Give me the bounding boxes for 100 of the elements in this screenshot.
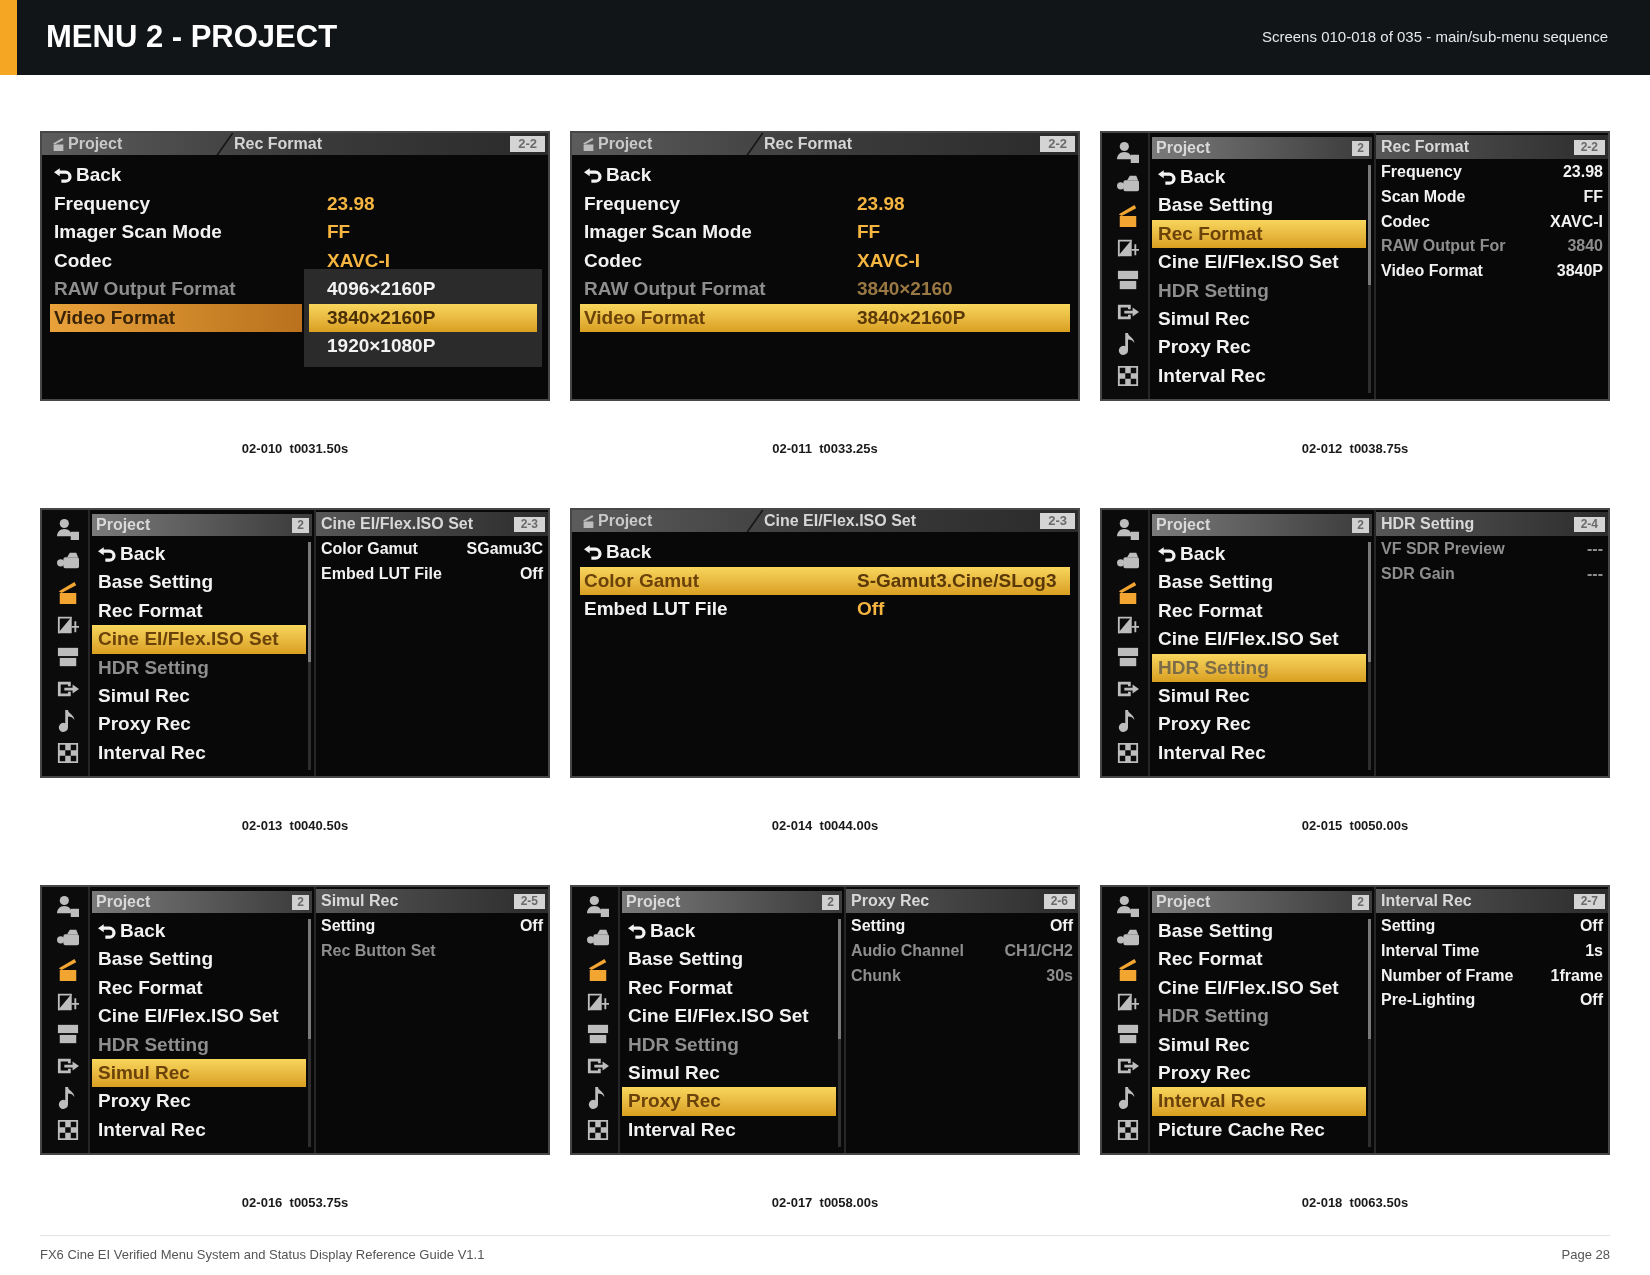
- menu-row[interactable]: Back: [50, 161, 540, 190]
- monitor-icon[interactable]: [57, 1023, 79, 1045]
- checker-icon[interactable]: [1117, 365, 1139, 387]
- menu-item[interactable]: Proxy Rec: [1152, 710, 1366, 739]
- monitor-icon[interactable]: [57, 646, 79, 668]
- menu-item[interactable]: Cine EI/Flex.ISO Set: [1152, 973, 1366, 1003]
- menu-item[interactable]: Proxy Rec: [92, 710, 306, 739]
- clapboard-icon[interactable]: [57, 582, 79, 604]
- image-adjust-icon[interactable]: [1117, 991, 1139, 1013]
- person-icon[interactable]: [1117, 141, 1139, 163]
- menu-item[interactable]: Rec Format: [92, 596, 306, 626]
- menu-row[interactable]: Video Format 3840×2160P: [580, 303, 1070, 332]
- menu-item[interactable]: Base Setting: [92, 568, 306, 597]
- menu-item[interactable]: Simul Rec: [1152, 1030, 1366, 1059]
- clapboard-icon[interactable]: [1117, 959, 1139, 981]
- menu-item[interactable]: Interval Rec: [92, 738, 306, 768]
- menu-row[interactable]: Imager Scan Mode FF: [580, 218, 1070, 247]
- return-icon: [1158, 169, 1176, 185]
- menu-item[interactable]: Base Setting: [1152, 191, 1366, 220]
- menu-item[interactable]: Base Setting: [92, 945, 306, 974]
- menu-item[interactable]: Back: [1152, 540, 1366, 569]
- menu-item[interactable]: Cine EI/Flex.ISO Set: [92, 1002, 306, 1031]
- person-icon[interactable]: [1117, 895, 1139, 917]
- menu-item[interactable]: Base Setting: [622, 945, 836, 974]
- monitor-icon[interactable]: [587, 1023, 609, 1045]
- menu-item[interactable]: Picture Cache Rec: [1152, 1115, 1366, 1145]
- menu-item[interactable]: Base Setting: [1152, 568, 1366, 597]
- dropdown-option[interactable]: 3840×2160P: [309, 303, 537, 332]
- image-adjust-icon[interactable]: [1117, 237, 1139, 259]
- menu-item[interactable]: Rec Format: [1152, 596, 1366, 626]
- image-adjust-icon[interactable]: [57, 614, 79, 636]
- monitor-icon[interactable]: [1117, 646, 1139, 668]
- menu-item[interactable]: Cine EI/Flex.ISO Set: [1152, 248, 1366, 277]
- menu-title: Project: [1156, 138, 1211, 158]
- person-icon[interactable]: [57, 518, 79, 540]
- item-value: XAVC-I: [857, 248, 920, 273]
- checker-icon[interactable]: [1117, 742, 1139, 764]
- menu-row[interactable]: Color Gamut S-Gamut3.Cine/SLog3: [580, 566, 1070, 595]
- menu-row[interactable]: Back: [580, 538, 1070, 567]
- dropdown-option[interactable]: 4096×2160P: [309, 275, 537, 304]
- menu-item[interactable]: Back: [92, 917, 306, 946]
- menu-item[interactable]: Proxy Rec: [622, 1087, 836, 1116]
- checker-icon[interactable]: [1117, 1119, 1139, 1141]
- monitor-icon[interactable]: [1117, 1023, 1139, 1045]
- clapboard-icon[interactable]: [587, 959, 609, 981]
- setting-label: Setting: [321, 916, 376, 937]
- menu-item[interactable]: Interval Rec: [1152, 361, 1366, 391]
- menu-row[interactable]: Frequency 23.98: [580, 189, 1070, 218]
- image-adjust-icon[interactable]: [1117, 614, 1139, 636]
- clapboard-icon[interactable]: [1117, 205, 1139, 227]
- menu-item[interactable]: Back: [622, 917, 836, 946]
- menu-row[interactable]: Embed LUT File Off: [580, 595, 1070, 624]
- menu-row[interactable]: Imager Scan Mode FF: [50, 218, 540, 247]
- setting-label: Audio Channel: [851, 941, 964, 962]
- menu-item[interactable]: Interval Rec: [622, 1115, 836, 1145]
- menu-item[interactable]: Interval Rec: [1152, 738, 1366, 768]
- person-icon[interactable]: [1117, 518, 1139, 540]
- image-adjust-icon[interactable]: [587, 991, 609, 1013]
- menu-title: Project: [1156, 515, 1211, 535]
- menu-item[interactable]: Back: [92, 540, 306, 569]
- screen-caption: 02-015 t0050.00s: [1301, 818, 1409, 834]
- menu-row[interactable]: Frequency 23.98: [50, 189, 540, 218]
- clapboard-icon[interactable]: [1117, 582, 1139, 604]
- item-value: 23.98: [857, 191, 905, 216]
- menu-item[interactable]: Interval Rec: [92, 1115, 306, 1145]
- person-icon[interactable]: [587, 895, 609, 917]
- checker-icon[interactable]: [57, 1119, 79, 1141]
- menu-item[interactable]: Interval Rec: [1152, 1087, 1366, 1116]
- breadcrumb-parent: Project: [598, 136, 653, 152]
- screen-caption: 02-014 t0044.00s: [771, 818, 879, 834]
- menu-item[interactable]: Proxy Rec: [92, 1087, 306, 1116]
- menu-item[interactable]: Cine EI/Flex.ISO Set: [92, 625, 306, 654]
- menu-item[interactable]: Simul Rec: [622, 1058, 836, 1088]
- page-badge: 2: [292, 894, 309, 910]
- menu-item[interactable]: Rec Format: [92, 973, 306, 1003]
- person-icon[interactable]: [57, 895, 79, 917]
- menu-item[interactable]: Simul Rec: [1152, 681, 1366, 711]
- menu-row[interactable]: Back: [580, 161, 1070, 190]
- checker-icon[interactable]: [587, 1119, 609, 1141]
- monitor-icon[interactable]: [1117, 269, 1139, 291]
- menu-row[interactable]: Codec XAVC-I: [580, 246, 1070, 275]
- checker-icon[interactable]: [57, 742, 79, 764]
- menu-item[interactable]: Simul Rec: [1152, 304, 1366, 334]
- menu-item[interactable]: Simul Rec: [92, 681, 306, 711]
- clapboard-icon[interactable]: [57, 959, 79, 981]
- return-icon: [54, 167, 72, 183]
- menu-item[interactable]: Base Setting: [1152, 917, 1366, 946]
- menu-item[interactable]: Rec Format: [1152, 945, 1366, 974]
- menu-item[interactable]: Rec Format: [1152, 219, 1366, 249]
- menu-item[interactable]: Proxy Rec: [1152, 1058, 1366, 1088]
- page-badge: 2-3: [1040, 513, 1075, 529]
- menu-item[interactable]: Back: [1152, 163, 1366, 192]
- menu-item[interactable]: Simul Rec: [92, 1058, 306, 1088]
- menu-item[interactable]: Proxy Rec: [1152, 333, 1366, 362]
- menu-item[interactable]: Rec Format: [622, 973, 836, 1003]
- menu-item[interactable]: Cine EI/Flex.ISO Set: [1152, 625, 1366, 654]
- image-adjust-icon[interactable]: [57, 991, 79, 1013]
- dropdown-option[interactable]: 1920×1080P: [309, 332, 537, 361]
- menu-item[interactable]: Cine EI/Flex.ISO Set: [622, 1002, 836, 1031]
- setting-value: SGamu3C: [466, 539, 543, 560]
